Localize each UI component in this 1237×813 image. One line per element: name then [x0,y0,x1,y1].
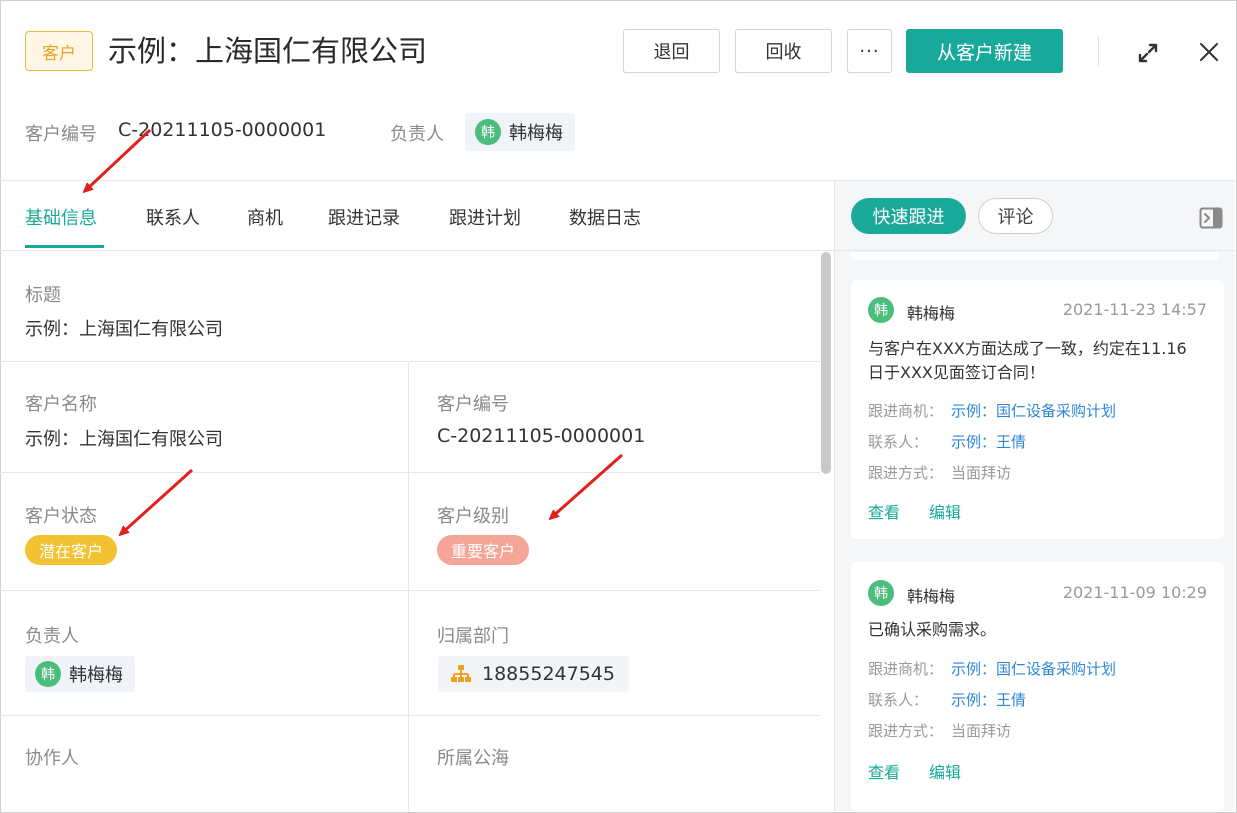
divider [0,590,820,591]
comment-button[interactable]: 评论 [978,198,1053,234]
opportunity-link[interactable]: 示例：国仁设备采购计划 [951,400,1116,421]
contact-link[interactable]: 示例：王倩 [951,689,1026,710]
page-title: 示例：上海国仁有限公司 [108,34,428,68]
create-from-customer-button[interactable]: 从客户新建 [906,29,1063,73]
contact-link[interactable]: 示例：王倩 [951,431,1026,452]
method-value: 当面拜访 [951,464,1012,482]
divider [0,250,834,251]
divider [0,715,820,716]
avatar: 韩 [475,119,501,145]
tab-data-log[interactable]: 数据日志 [569,204,641,230]
tab-opportunities[interactable]: 商机 [247,204,283,230]
opportunity-label: 跟进商机： [868,402,944,420]
expand-icon[interactable] [1136,41,1160,65]
follow-record-card: 韩 韩梅梅 2021-11-23 14:57 与客户在XXX方面达成了一致，约定… [851,280,1224,539]
owner-label: 负责人 [390,124,444,145]
quick-follow-button[interactable]: 快速跟进 [851,198,966,234]
tab-follow-records[interactable]: 跟进记录 [328,204,400,230]
field-public-pool-label: 所属公海 [437,748,509,769]
owner-name: 韩梅梅 [509,123,563,144]
field-title-value: 示例：上海国仁有限公司 [25,319,223,340]
opportunity-link[interactable]: 示例：国仁设备采购计划 [951,658,1116,679]
avatar: 韩 [35,661,61,687]
divider [835,250,1235,251]
view-link[interactable]: 查看 [868,499,900,523]
divider [0,361,820,362]
record-content-line: 与客户在XXX方面达成了一致，约定在11.16 [868,339,1187,358]
previous-record-card [851,252,1219,260]
edit-link[interactable]: 编辑 [929,499,961,523]
record-time: 2021-11-23 14:57 [1062,300,1207,319]
return-button[interactable]: 退回 [623,29,720,73]
close-icon[interactable] [1197,40,1221,64]
record-content-line: 日于XXX见面签订合同！ [868,363,1045,382]
more-button[interactable]: ··· [847,29,892,73]
follow-record-card: 韩 韩梅梅 2021-11-09 10:29 已确认采购需求。 跟进商机： 示例… [851,562,1224,811]
department-value: 18855247545 [482,663,615,685]
tab-basic-info[interactable]: 基础信息 [25,204,97,230]
avatar: 韩 [868,297,894,323]
field-customer-level-label: 客户级别 [437,506,509,527]
record-content-line: 已确认采购需求。 [868,620,997,639]
edit-link[interactable]: 编辑 [929,759,961,783]
record-author: 韩梅梅 [907,587,956,606]
record-type-tag: 客户 [25,31,93,71]
tab-follow-plans[interactable]: 跟进计划 [449,204,521,230]
customer-code-value: C-20211105-0000001 [118,119,327,141]
field-owner-chip[interactable]: 韩 韩梅梅 [25,656,135,692]
customer-status-badge: 潜在客户 [25,535,118,565]
field-customer-name-value: 示例：上海国仁有限公司 [25,429,223,450]
record-time: 2021-11-09 10:29 [1062,583,1207,602]
active-tab-indicator [25,245,104,248]
field-owner-name: 韩梅梅 [69,665,123,686]
field-title-label: 标题 [25,285,61,306]
field-customer-code-value: C-20211105-0000001 [437,425,646,447]
contact-label: 联系人： [868,691,929,709]
method-label: 跟进方式： [868,464,944,482]
divider [0,472,820,473]
customer-code-label: 客户编号 [25,124,97,145]
contact-label: 联系人： [868,433,929,451]
view-link[interactable]: 查看 [868,759,900,783]
record-author: 韩梅梅 [907,304,956,323]
opportunity-label: 跟进商机： [868,660,944,678]
department-chip[interactable]: 18855247545 [438,656,629,692]
org-structure-icon [451,665,471,682]
field-owner-label: 负责人 [25,626,79,647]
recycle-button[interactable]: 回收 [735,29,832,73]
field-customer-name-label: 客户名称 [25,394,97,415]
field-department-label: 归属部门 [437,626,509,647]
method-label: 跟进方式： [868,722,944,740]
header-divider [1098,36,1099,66]
scrollbar-thumb[interactable] [821,252,831,474]
tab-contacts[interactable]: 联系人 [146,204,200,230]
avatar: 韩 [868,580,894,606]
field-collaborator-label: 协作人 [25,748,79,769]
method-value: 当面拜访 [951,722,1012,740]
field-customer-status-label: 客户状态 [25,506,97,527]
divider [408,362,409,811]
owner-chip[interactable]: 韩 韩梅梅 [465,113,575,151]
customer-level-badge: 重要客户 [437,535,530,565]
panel-collapse-icon[interactable] [1199,207,1223,229]
field-customer-code-label: 客户编号 [437,394,509,415]
